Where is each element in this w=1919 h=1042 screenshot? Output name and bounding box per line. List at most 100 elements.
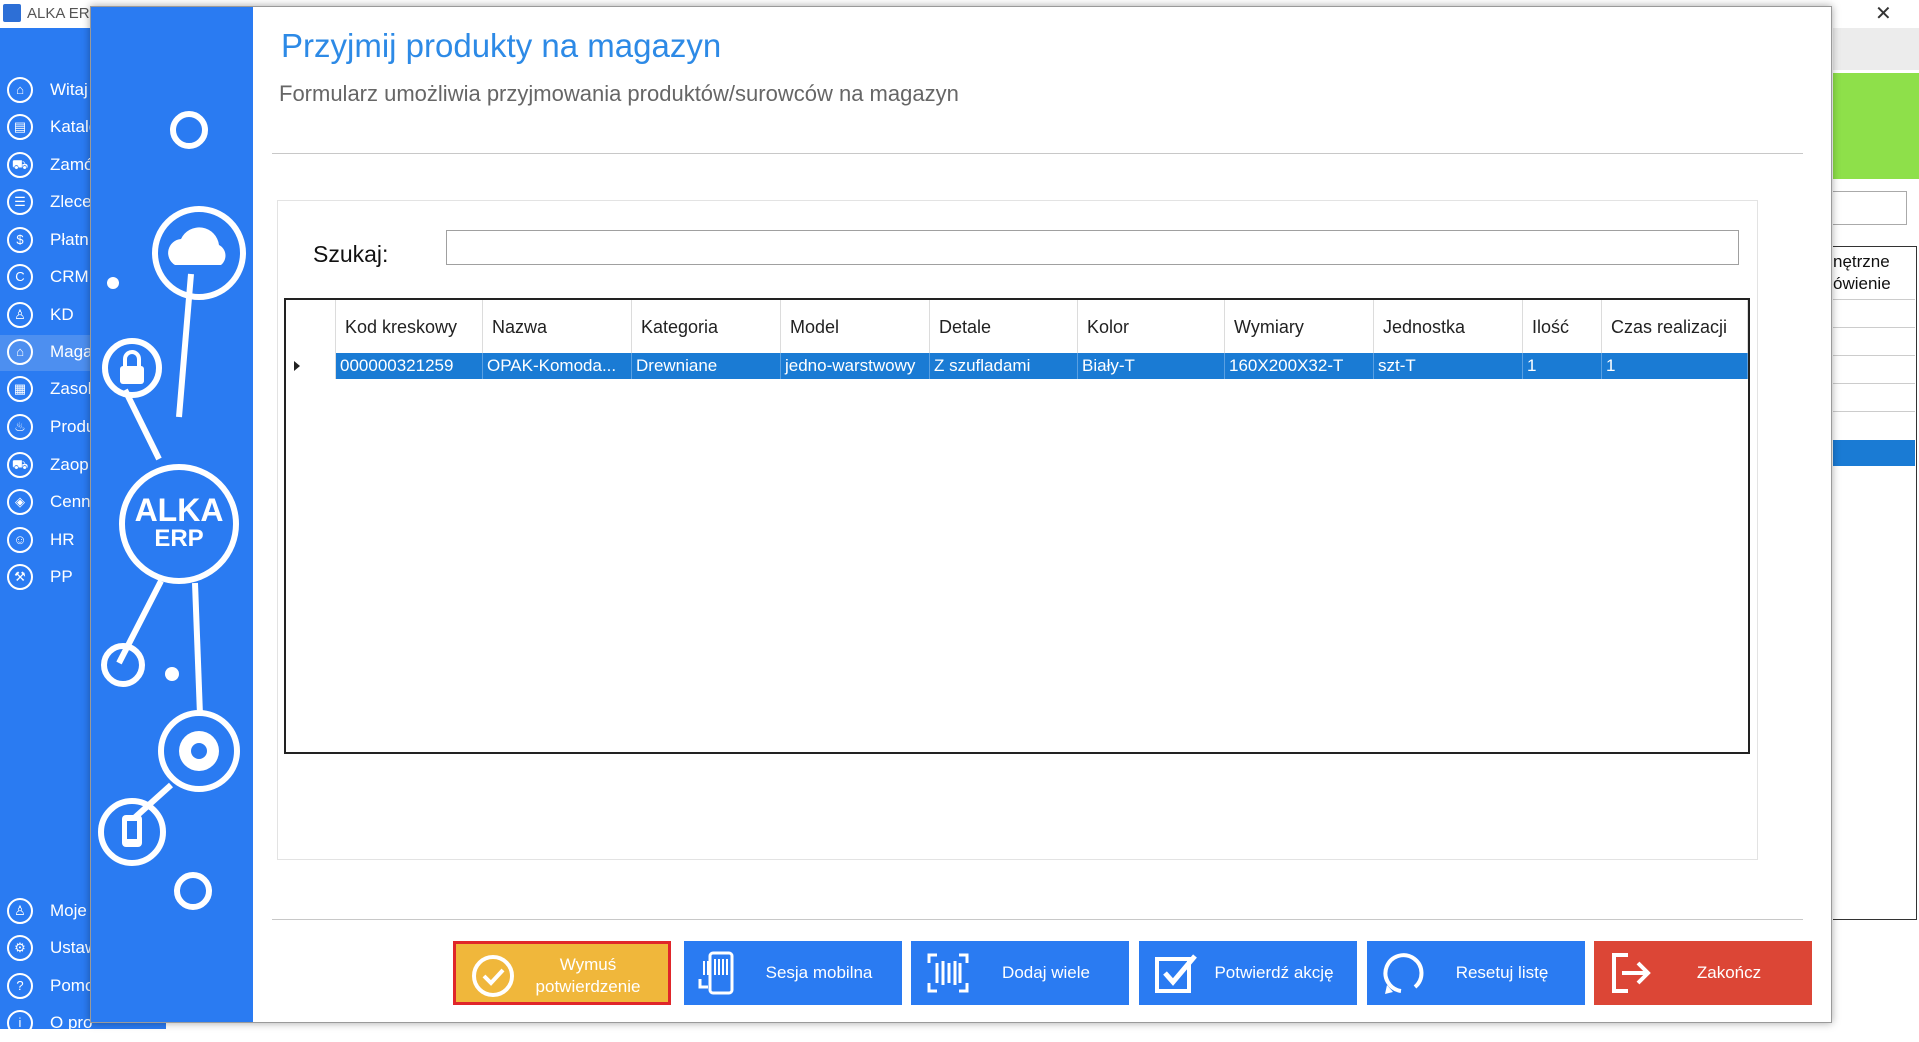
- exit-button[interactable]: Zakończ: [1594, 941, 1812, 1005]
- dollar-icon: $: [7, 227, 33, 253]
- table-cell[interactable]: Z szufladami: [930, 353, 1078, 379]
- background-row-line: [1833, 411, 1915, 412]
- sidebar-item-truck[interactable]: ⛟ Zaop: [0, 448, 92, 484]
- dialog-sidebar: ALKA ERP: [91, 7, 253, 1022]
- mobile-session-button[interactable]: Sesja mobilna: [684, 941, 902, 1005]
- catalog-icon: ▤: [7, 114, 33, 140]
- logo-text-alka: ALKA: [135, 492, 224, 528]
- main-sidebar: ⌂ Witaj ▤ Katalo ⛟ Zamó ☰ Zlece $ Płatn C CRM ♙ KD ⌂ Ma…: [0, 28, 98, 1036]
- tag-icon: ◈: [7, 489, 33, 515]
- barcode-scan-icon: [927, 953, 969, 993]
- app-title: ALKA ERP: [27, 5, 100, 22]
- sidebar-item-label: PP: [50, 567, 73, 586]
- grid-header: Kod kreskowy Nazwa Kategoria Model Detale Kol…: [286, 300, 1748, 353]
- alka-erp-illustration: ALKA ERP: [98, 111, 246, 910]
- sidebar-item-label: Pomo: [50, 976, 95, 995]
- warehouse-icon: ⌂: [7, 339, 33, 365]
- hr-icon: ☺: [7, 527, 33, 553]
- receive-products-dialog: ALKA ERP Przyjmij produkty na magazyn Fo…: [90, 6, 1832, 1023]
- sidebar-item-catalog[interactable]: ▤ Katalo: [0, 110, 98, 146]
- close-icon[interactable]: ✕: [1875, 1, 1892, 26]
- sidebar-item-user[interactable]: ♙ Moje: [0, 894, 92, 930]
- sidebar-item-label: Zamó: [50, 155, 94, 174]
- app-logo-icon: [3, 4, 21, 22]
- sidebar-item-label: HR: [50, 530, 75, 549]
- column-header[interactable]: Model: [781, 300, 930, 353]
- add-many-button[interactable]: Dodaj wiele: [911, 941, 1129, 1005]
- confirm-action-label: Potwierdź akcję: [1214, 963, 1334, 982]
- home-icon: ⌂: [7, 77, 33, 103]
- background-header-line1: nętrzne: [1833, 252, 1890, 271]
- sidebar-item-help[interactable]: ? Pomo: [0, 969, 95, 1005]
- sidebar-item-list[interactable]: ☰ Zlece: [0, 185, 92, 221]
- column-header[interactable]: Detale: [930, 300, 1078, 353]
- search-input[interactable]: [446, 230, 1739, 265]
- sidebar-item-home[interactable]: ⌂ Witaj: [0, 73, 92, 109]
- sidebar-item-resources[interactable]: ▦ Zasob: [0, 372, 97, 408]
- background-toolbar: [1833, 28, 1919, 70]
- force-confirm-label: Wymuś potwierdzenie: [535, 955, 641, 996]
- background-row-line: [1833, 355, 1915, 356]
- mobile-session-label: Sesja mobilna: [765, 963, 873, 982]
- table-cell[interactable]: OPAK-Komoda...: [483, 353, 632, 379]
- sidebar-item-label: O pro: [50, 1013, 93, 1032]
- column-header[interactable]: Czas realizacji: [1602, 300, 1748, 353]
- search-label: Szukaj:: [313, 241, 389, 267]
- table-cell[interactable]: szt-T: [1374, 353, 1523, 379]
- column-header[interactable]: Kod kreskowy: [336, 300, 483, 353]
- background-row-line: [1833, 299, 1915, 300]
- exit-label: Zakończ: [1696, 963, 1762, 982]
- sidebar-item-label: Witaj: [50, 80, 88, 99]
- sidebar-item-cart[interactable]: ⛟ Zamó: [0, 148, 94, 184]
- table-cell[interactable]: Drewniane: [632, 353, 781, 379]
- header-divider: [272, 153, 1803, 154]
- column-header[interactable]: Wymiary: [1225, 300, 1374, 353]
- sidebar-item-info[interactable]: i O pro: [0, 1006, 93, 1042]
- sidebar-item-settings[interactable]: ⚙ Ustaw: [0, 931, 97, 967]
- column-header[interactable]: Kategoria: [632, 300, 781, 353]
- column-header[interactable]: Ilość: [1523, 300, 1602, 353]
- sidebar-item-pp[interactable]: ⚒ PP: [0, 560, 92, 596]
- background-content: nętrzne ówienie: [1833, 28, 1919, 1029]
- exit-arrow-icon: [1612, 953, 1651, 993]
- mobile-scan-icon: [698, 951, 734, 995]
- crm-icon: C: [7, 264, 33, 290]
- sidebar-item-label: Produ: [50, 417, 96, 436]
- production-icon: ♨: [7, 414, 33, 440]
- background-row-line: [1833, 327, 1915, 328]
- dialog-title: Przyjmij produkty na magazyn: [281, 27, 722, 64]
- help-icon: ?: [7, 973, 33, 999]
- column-header[interactable]: Kolor: [1078, 300, 1225, 353]
- table-cell[interactable]: 1: [1602, 353, 1748, 379]
- reset-list-button[interactable]: Resetuj listę: [1367, 941, 1585, 1005]
- sidebar-item-tag[interactable]: ◈ Cenn: [0, 485, 92, 521]
- column-header[interactable]: Jednostka: [1374, 300, 1523, 353]
- sidebar-item-production[interactable]: ♨ Produ: [0, 410, 96, 446]
- background-input[interactable]: [1833, 191, 1907, 225]
- reset-list-label: Resetuj listę: [1455, 963, 1549, 982]
- sidebar-item-hr[interactable]: ☺ HR: [0, 523, 92, 559]
- sidebar-item-person[interactable]: ♙ KD: [0, 298, 92, 334]
- header-corner: [286, 300, 336, 353]
- background-selected-row[interactable]: [1833, 440, 1915, 466]
- table-cell[interactable]: jedno-warstwowy: [781, 353, 930, 379]
- row-pointer-icon: [294, 361, 300, 371]
- table-cell[interactable]: 160X200X32-T: [1225, 353, 1374, 379]
- sidebar-item-crm[interactable]: C CRM: [0, 260, 92, 296]
- table-cell[interactable]: 1: [1523, 353, 1602, 379]
- column-header[interactable]: Nazwa: [483, 300, 632, 353]
- sidebar-item-label: Zlece: [50, 192, 92, 211]
- add-many-label: Dodaj wiele: [1002, 963, 1090, 982]
- table-cell[interactable]: Biały-T: [1078, 353, 1225, 379]
- sidebar-item-label: Płatn: [50, 230, 89, 249]
- table-cell[interactable]: 000000321259: [336, 353, 483, 379]
- row-selector[interactable]: [286, 353, 336, 379]
- sidebar-item-warehouse[interactable]: ⌂ Maga: [0, 335, 93, 371]
- force-confirm-button[interactable]: Wymuś potwierdzenie: [453, 941, 671, 1005]
- products-grid: Kod kreskowy Nazwa Kategoria Model Detale Kol…: [284, 298, 1750, 754]
- table-row[interactable]: 000000321259 OPAK-Komoda... Drewniane jedno…: [286, 353, 1748, 379]
- background-row-line: [1833, 383, 1915, 384]
- sidebar-item-dollar[interactable]: $ Płatn: [0, 223, 92, 259]
- background-green-tile[interactable]: [1833, 73, 1919, 179]
- confirm-action-button[interactable]: Potwierdź akcję: [1139, 941, 1357, 1005]
